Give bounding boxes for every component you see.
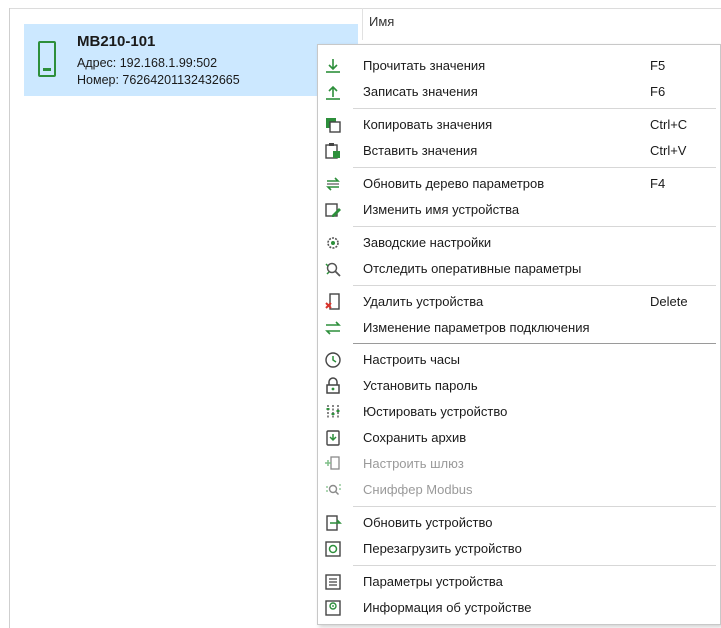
reboot-device-icon — [324, 540, 342, 558]
column-separator — [362, 8, 363, 40]
password-lock-icon — [324, 377, 342, 395]
menu-item-calibrate-device[interactable]: Юстировать устройство — [318, 399, 720, 425]
update-device-icon — [324, 514, 342, 532]
menu-item-set-clock[interactable]: Настроить часы — [318, 347, 720, 373]
delete-device-icon — [324, 293, 342, 311]
menu-item-save-archive[interactable]: Сохранить архив — [318, 425, 720, 451]
download-arrow-icon — [324, 57, 342, 75]
menu-separator — [353, 167, 716, 168]
copy-icon — [324, 116, 342, 134]
device-parameters-icon — [324, 573, 342, 591]
upload-arrow-icon — [324, 83, 342, 101]
device-number: Номер: 76264201132432665 — [77, 73, 240, 87]
track-parameters-icon — [324, 260, 342, 278]
menu-item-reboot-device[interactable]: Перезагрузить устройство — [318, 536, 720, 562]
device-list-item[interactable]: МВ210-101 Адрес: 192.168.1.99:502 Номер:… — [24, 24, 358, 96]
menu-item-rename-device[interactable]: Изменить имя устройства — [318, 197, 720, 223]
menu-item-device-parameters[interactable]: Параметры устройства — [318, 569, 720, 595]
device-address: Адрес: 192.168.1.99:502 — [77, 56, 218, 70]
gateway-icon — [324, 455, 342, 473]
left-border — [9, 8, 10, 628]
menu-separator — [353, 226, 716, 227]
menu-item-copy-values[interactable]: Копировать значения Ctrl+C — [318, 112, 720, 138]
menu-item-set-password[interactable]: Установить пароль — [318, 373, 720, 399]
calibrate-icon — [324, 403, 342, 421]
column-header-name[interactable]: Имя — [369, 14, 394, 29]
archive-icon — [324, 429, 342, 447]
device-info-icon — [324, 599, 342, 617]
menu-separator — [353, 506, 716, 507]
menu-item-track-parameters[interactable]: Отследить оперативные параметры — [318, 256, 720, 282]
sniffer-icon — [324, 481, 342, 499]
menu-item-modbus-sniffer: Сниффер Modbus — [318, 477, 720, 503]
menu-separator — [353, 565, 716, 566]
connection-arrows-icon — [324, 319, 342, 337]
menu-item-paste-values[interactable]: Вставить значения Ctrl+V — [318, 138, 720, 164]
menu-item-write-values[interactable]: Записать значения F6 — [318, 79, 720, 105]
menu-separator — [353, 285, 716, 286]
menu-item-update-device[interactable]: Обновить устройство — [318, 510, 720, 536]
menu-separator — [353, 108, 716, 109]
menu-item-connection-params[interactable]: Изменение параметров подключения — [318, 315, 720, 341]
device-name: МВ210-101 — [77, 33, 156, 50]
refresh-tree-icon — [324, 175, 342, 193]
clock-icon — [324, 351, 342, 369]
device-module-icon — [36, 40, 58, 78]
menu-item-read-values[interactable]: Прочитать значения F5 — [318, 53, 720, 79]
paste-icon — [324, 142, 342, 160]
context-menu: Прочитать значения F5 Записать значения … — [317, 44, 721, 625]
menu-separator — [353, 343, 716, 344]
top-border — [9, 8, 721, 9]
menu-item-factory-settings[interactable]: Заводские настройки — [318, 230, 720, 256]
device-manager-window: МВ210-101 Адрес: 192.168.1.99:502 Номер:… — [0, 0, 721, 628]
menu-item-device-info[interactable]: Информация об устройстве — [318, 595, 720, 621]
factory-settings-gear-icon — [324, 234, 342, 252]
rename-icon — [324, 201, 342, 219]
menu-item-refresh-tree[interactable]: Обновить дерево параметров F4 — [318, 171, 720, 197]
menu-item-delete-devices[interactable]: Удалить устройства Delete — [318, 289, 720, 315]
menu-item-configure-gateway: Настроить шлюз — [318, 451, 720, 477]
